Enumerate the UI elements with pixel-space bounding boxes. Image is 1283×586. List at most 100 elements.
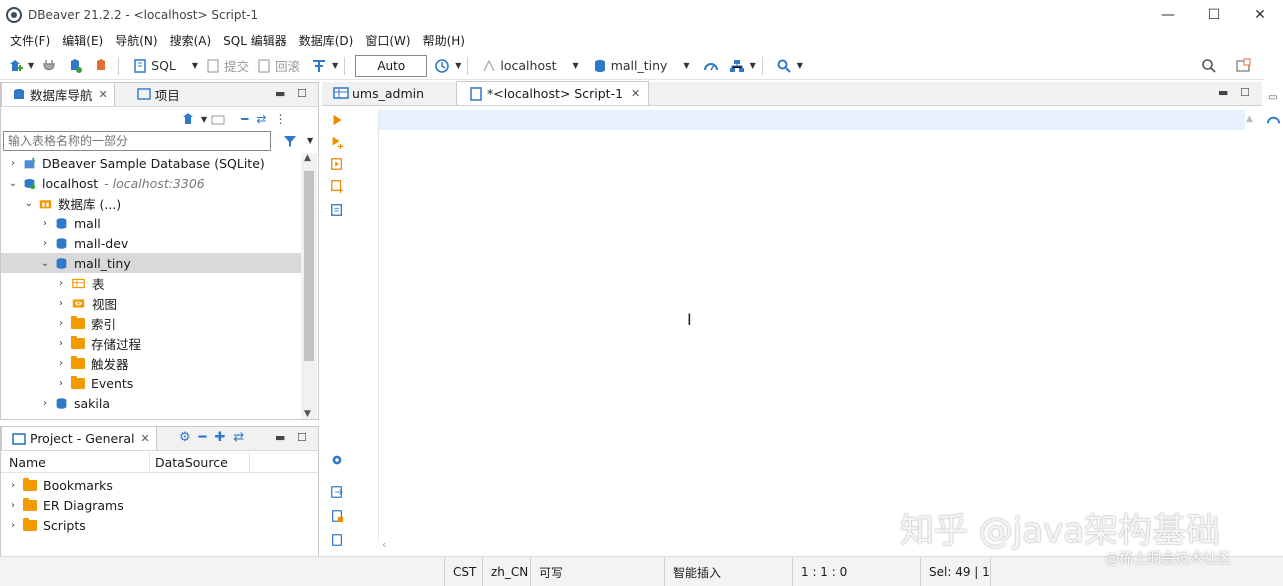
commit-button[interactable]: 提交 (202, 55, 249, 77)
open-perspective-button[interactable] (1232, 55, 1254, 77)
history-button[interactable]: ▼ (431, 55, 461, 77)
commit-mode-selector[interactable]: Auto (355, 54, 428, 77)
tree-node-sakila[interactable]: › sakila (39, 393, 110, 413)
scroll-up-icon[interactable]: ▲ (304, 153, 311, 163)
close-icon[interactable]: ✕ (631, 87, 640, 100)
tree-node-procedures[interactable]: › 存储过程 (55, 333, 141, 353)
chevron-right-icon[interactable]: › (55, 358, 67, 369)
chevron-down-icon[interactable]: ▼ (201, 115, 207, 124)
execute-in-new-tab-icon[interactable] (330, 135, 344, 149)
table-filter-input[interactable] (3, 131, 271, 151)
column-header-datasource[interactable]: DataSource (155, 455, 228, 470)
chevron-down-icon[interactable]: ⌄ (23, 198, 35, 209)
chevron-right-icon[interactable]: › (7, 480, 19, 491)
chevron-right-icon[interactable]: › (7, 520, 19, 531)
tab-project-general[interactable]: Project - General ✕ (1, 426, 157, 450)
load-script-icon[interactable] (330, 509, 344, 523)
chevron-down-icon[interactable]: ⌄ (39, 258, 51, 269)
scroll-left-icon[interactable]: ‹ (382, 538, 386, 551)
tree-node-triggers[interactable]: › 触发器 (55, 353, 129, 373)
menu-navigate[interactable]: 导航(N) (109, 32, 163, 49)
new-connection-button[interactable]: ▼ (4, 55, 34, 77)
chevron-right-icon[interactable]: › (55, 378, 67, 389)
project-item-er-diagrams[interactable]: › ER Diagrams (7, 495, 124, 515)
menu-file[interactable]: 文件(F) (4, 32, 56, 49)
collapse-all-icon[interactable]: ━ (241, 112, 248, 126)
minimize-icon[interactable]: ▬ (275, 431, 285, 444)
maximize-icon[interactable]: ☐ (297, 431, 307, 444)
sql-text-editor[interactable]: I (378, 110, 1245, 542)
tab-project[interactable]: 项目 (127, 82, 186, 106)
link-editor-icon[interactable]: ⇄ (256, 112, 266, 126)
tab-database-navigator[interactable]: 数据库导航 ✕ (1, 82, 115, 106)
scroll-up-icon[interactable]: ▲ (1246, 114, 1253, 124)
close-icon[interactable]: ✕ (99, 88, 108, 101)
chevron-right-icon[interactable]: › (7, 500, 19, 511)
disconnect-button[interactable] (38, 55, 60, 77)
tree-node-tables[interactable]: › 表 (55, 273, 105, 293)
chevron-right-icon[interactable]: › (7, 158, 19, 169)
tree-node-events[interactable]: › Events (55, 373, 133, 393)
project-item-scripts[interactable]: › Scripts (7, 515, 86, 535)
script-info-icon[interactable] (330, 533, 344, 547)
gear-icon[interactable]: ⚙ (179, 430, 191, 445)
tree-node-mall-tiny[interactable]: ⌄ mall_tiny (1, 253, 301, 273)
invalidate-button[interactable] (90, 55, 112, 77)
rollback-button[interactable]: 回滚 (253, 55, 300, 77)
link-editor-icon[interactable]: ⇄ (233, 430, 244, 445)
export-icon[interactable] (330, 485, 344, 499)
transaction-mode-button[interactable]: ▼ (308, 55, 338, 77)
connect-button[interactable] (64, 55, 86, 77)
menu-search[interactable]: 搜索(A) (164, 32, 218, 49)
menu-database[interactable]: 数据库(D) (293, 32, 360, 49)
tab-ums-admin[interactable]: ums_admin (322, 81, 432, 105)
gear-icon[interactable] (330, 453, 344, 467)
column-header-name[interactable]: Name (9, 455, 46, 470)
navigator-scrollbar[interactable]: ▲ ▼ (301, 153, 317, 419)
expand-all-icon[interactable]: ✚ (214, 430, 225, 445)
menu-window[interactable]: 窗口(W) (359, 32, 416, 49)
project-item-bookmarks[interactable]: › Bookmarks (7, 475, 113, 495)
collapse-all-icon[interactable]: ━ (199, 430, 207, 445)
tree-node-indexes[interactable]: › 索引 (55, 313, 116, 333)
minimize-icon[interactable]: ▬ (1218, 86, 1228, 99)
chevron-right-icon[interactable]: › (39, 238, 51, 249)
close-button[interactable]: ✕ (1237, 0, 1283, 30)
chevron-right-icon[interactable]: › (55, 338, 67, 349)
chevron-down-icon[interactable]: ▼ (307, 136, 313, 145)
global-search-button[interactable] (1198, 55, 1220, 77)
gauge-icon[interactable] (1266, 112, 1281, 127)
chevron-right-icon[interactable]: › (55, 278, 67, 289)
tree-node-databases[interactable]: ⌄ 数据库 (...) (23, 193, 121, 213)
execute-script-new-tab-icon[interactable] (330, 179, 344, 193)
filter-icon[interactable] (282, 133, 298, 149)
menu-edit[interactable]: 编辑(E) (56, 32, 109, 49)
new-connection-icon[interactable] (180, 111, 196, 127)
maximize-button[interactable]: ☐ (1191, 0, 1237, 30)
chevron-right-icon[interactable]: › (39, 218, 51, 229)
sql-editor-button[interactable]: SQL ▼ (129, 55, 198, 77)
maximize-icon[interactable]: ☐ (1240, 86, 1250, 99)
restore-icon[interactable]: ▭ (1268, 92, 1277, 103)
menu-sql-editor[interactable]: SQL 编辑器 (217, 32, 293, 49)
tree-node-views[interactable]: › 视图 (55, 293, 117, 313)
menu-help[interactable]: 帮助(H) (417, 32, 471, 49)
chevron-right-icon[interactable]: › (39, 398, 51, 409)
tools-button[interactable]: ▼ (726, 55, 756, 77)
tree-node-localhost[interactable]: ⌄ localhost - localhost:3306 (7, 173, 205, 193)
minimize-button[interactable]: — (1145, 0, 1191, 30)
minimize-icon[interactable]: ▬ (275, 87, 285, 100)
explain-plan-icon[interactable] (330, 203, 344, 217)
chevron-down-icon[interactable]: ⌄ (7, 178, 19, 189)
tree-node-mall[interactable]: › mall (39, 213, 101, 233)
maximize-icon[interactable]: ☐ (297, 87, 307, 100)
close-icon[interactable]: ✕ (141, 432, 150, 445)
tree-node-sample-db[interactable]: › DBeaver Sample Database (SQLite) (7, 153, 265, 173)
active-connection-selector[interactable]: localhost ▼ (478, 55, 579, 77)
tree-node-mall-dev[interactable]: › mall-dev (39, 233, 128, 253)
search-dropdown-button[interactable]: ▼ (773, 55, 803, 77)
new-folder-icon[interactable] (210, 111, 226, 127)
tab-script-1[interactable]: *<localhost> Script-1 ✕ (456, 81, 650, 105)
dashboard-button[interactable] (700, 55, 722, 77)
execute-script-icon[interactable] (330, 157, 344, 171)
